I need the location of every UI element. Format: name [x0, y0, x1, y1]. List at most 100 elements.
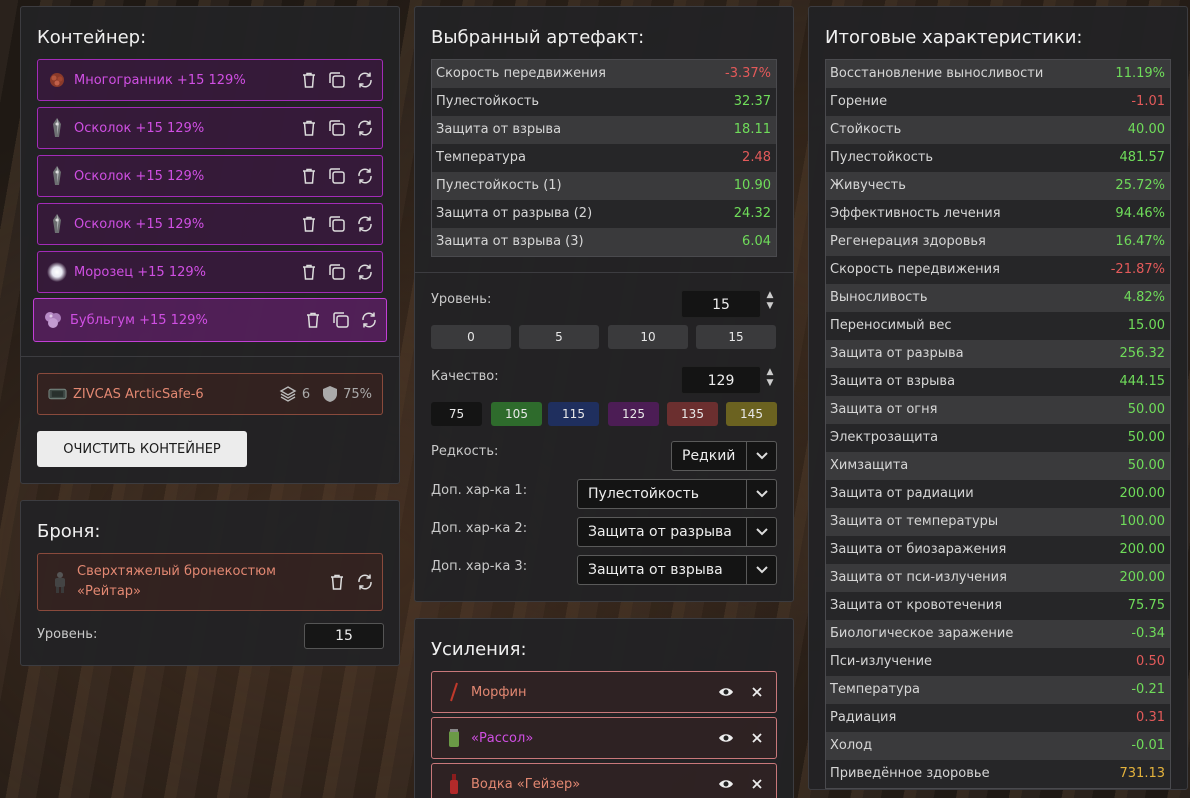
armor-icon	[50, 572, 69, 593]
stat-value: 50.00	[1127, 430, 1165, 445]
quality-preset-button[interactable]: 115	[548, 402, 599, 426]
stat-row: Защита от взрыва 444.15	[826, 368, 1170, 396]
extra3-label: Доп. хар-ка 3:	[431, 559, 528, 574]
boost-item[interactable]: «Рассол»	[431, 717, 777, 759]
armor-level-input[interactable]: 15	[304, 623, 384, 649]
swap-icon[interactable]	[355, 167, 374, 186]
swap-icon[interactable]	[355, 71, 374, 90]
boost-item[interactable]: Водка «Гейзер»	[431, 763, 777, 798]
stat-value: -0.01	[1131, 738, 1165, 753]
swap-icon[interactable]	[359, 311, 378, 330]
trash-icon[interactable]	[299, 71, 318, 90]
boost-item[interactable]: Морфин	[431, 671, 777, 713]
quality-preset-button[interactable]: 125	[608, 402, 659, 426]
extra2-value: Защита от разрыва	[588, 524, 732, 540]
container-item[interactable]: ZIVCAS ArcticSafe-6 6 75%	[37, 373, 383, 415]
swap-icon[interactable]	[355, 215, 374, 234]
quality-spinner[interactable]: ▲ ▼	[764, 367, 776, 389]
level-preset-button[interactable]: 15	[696, 325, 776, 349]
eye-icon[interactable]	[716, 775, 735, 794]
level-preset-button[interactable]: 5	[519, 325, 599, 349]
stat-value: 24.32	[733, 206, 771, 221]
copy-icon[interactable]	[327, 263, 346, 282]
artifact-item[interactable]: Морозец +15 129%	[37, 251, 383, 293]
stat-value: -0.21	[1131, 682, 1165, 697]
artifact-actions	[299, 119, 374, 138]
close-icon[interactable]	[747, 775, 766, 794]
close-icon[interactable]	[747, 729, 766, 748]
armor-name: Сверхтяжелый бронекостюм «Рейтар»	[77, 562, 327, 602]
stat-row: Приведённое здоровье 731.13	[826, 760, 1170, 788]
container-name: ZIVCAS ArcticSafe-6	[73, 386, 204, 402]
swap-icon[interactable]	[355, 263, 374, 282]
trash-icon[interactable]	[299, 119, 318, 138]
level-preset-button[interactable]: 0	[431, 325, 511, 349]
rarity-select[interactable]: Редкий	[671, 441, 777, 471]
artifact-item[interactable]: Бубльгум +15 129%	[33, 298, 387, 342]
artifact-label: Осколок +15 129%	[74, 168, 205, 184]
stat-name: Пулестойкость	[436, 94, 540, 109]
stat-row: Пулестойкость 32.37	[432, 88, 776, 116]
swap-icon[interactable]	[355, 119, 374, 138]
level-preset-button[interactable]: 10	[608, 325, 688, 349]
stat-value: 10.90	[733, 178, 771, 193]
stat-name: Выносливость	[830, 290, 928, 305]
extra1-select[interactable]: Пулестойкость	[577, 479, 777, 509]
artifact-quality-input[interactable]: 129	[681, 366, 761, 394]
trash-icon[interactable]	[299, 215, 318, 234]
trash-icon[interactable]	[327, 573, 346, 592]
stat-value: 75.75	[1127, 598, 1165, 613]
extra3-select[interactable]: Защита от взрыва	[577, 555, 777, 585]
stat-value: 0.50	[1136, 654, 1165, 669]
trash-icon[interactable]	[303, 311, 322, 330]
level-spinner[interactable]: ▲ ▼	[764, 290, 776, 312]
boost-actions	[716, 683, 766, 702]
shard-icon	[46, 165, 68, 187]
stat-name: Защита от радиации	[830, 486, 974, 501]
stat-row: Радиация 0.31	[826, 704, 1170, 732]
bottle-icon	[444, 774, 463, 794]
artifact-item[interactable]: Осколок +15 129%	[37, 203, 383, 245]
stat-name: Горение	[830, 94, 888, 109]
copy-icon[interactable]	[327, 71, 346, 90]
copy-icon[interactable]	[327, 215, 346, 234]
artifact-item[interactable]: Осколок +15 129%	[37, 107, 383, 149]
clear-container-button[interactable]: ОЧИСТИТЬ КОНТЕЙНЕР	[37, 431, 247, 467]
stat-row: Электрозащита 50.00	[826, 424, 1170, 452]
stat-name: Защита от взрыва (3)	[436, 234, 584, 249]
stat-row: Химзащита 50.00	[826, 452, 1170, 480]
shard-icon	[46, 117, 68, 139]
copy-icon[interactable]	[327, 119, 346, 138]
artifact-level-input[interactable]: 15	[681, 290, 761, 318]
eye-icon[interactable]	[716, 683, 735, 702]
stat-value: 15.00	[1127, 318, 1165, 333]
stat-name: Стойкость	[830, 122, 902, 137]
trash-icon[interactable]	[299, 167, 318, 186]
copy-icon[interactable]	[331, 311, 350, 330]
trash-icon[interactable]	[299, 263, 318, 282]
stat-row: Пси-излучение 0.50	[826, 648, 1170, 676]
quality-preset-button[interactable]: 135	[667, 402, 718, 426]
stat-value: 94.46%	[1115, 206, 1165, 221]
quality-preset-button[interactable]: 75	[431, 402, 482, 426]
artifact-item[interactable]: Многогранник +15 129%	[37, 59, 383, 101]
quality-preset-button[interactable]: 145	[726, 402, 777, 426]
stat-row: Защита от разрыва 256.32	[826, 340, 1170, 368]
armor-title: Броня:	[37, 521, 101, 542]
armor-item[interactable]: Сверхтяжелый бронекостюм «Рейтар»	[37, 553, 383, 611]
swap-icon[interactable]	[355, 573, 374, 592]
copy-icon[interactable]	[327, 167, 346, 186]
container-slots: 6	[279, 385, 310, 404]
quality-preset-button[interactable]: 105	[491, 402, 542, 426]
eye-icon[interactable]	[716, 729, 735, 748]
shard-icon	[46, 213, 68, 235]
stat-value: 16.47%	[1115, 234, 1165, 249]
stat-name: Восстановление выносливости	[830, 66, 1044, 81]
artifact-item[interactable]: Осколок +15 129%	[37, 155, 383, 197]
extra2-select[interactable]: Защита от разрыва	[577, 517, 777, 547]
stat-value: 444.15	[1119, 374, 1166, 389]
close-icon[interactable]	[747, 683, 766, 702]
artifact-label: Бубльгум +15 129%	[70, 312, 208, 328]
stat-value: 50.00	[1127, 402, 1165, 417]
stat-name: Пулестойкость	[830, 150, 934, 165]
